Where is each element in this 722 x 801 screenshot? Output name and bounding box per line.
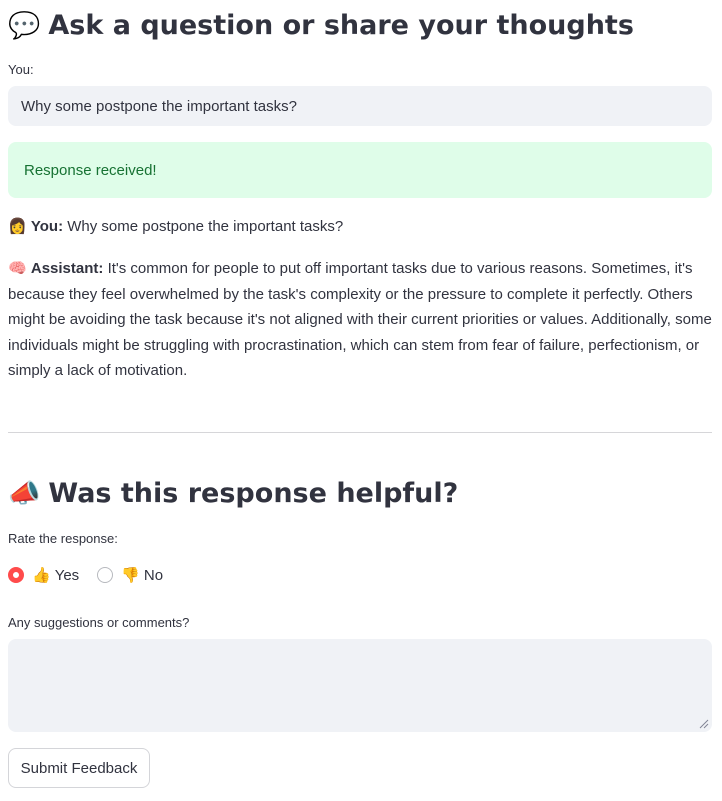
question-input-label: You: bbox=[8, 62, 34, 77]
rating-option-no[interactable]: 👎 No bbox=[97, 566, 163, 584]
comments-container[interactable] bbox=[8, 639, 712, 732]
user-label: You: bbox=[30, 218, 64, 235]
section-divider bbox=[8, 432, 712, 433]
question-input-container[interactable] bbox=[8, 86, 712, 126]
comments-textarea[interactable] bbox=[8, 639, 712, 732]
assistant-message-text: It's common for people to put off import… bbox=[8, 260, 712, 380]
woman-icon: 👩 bbox=[8, 218, 27, 235]
assistant-label: Assistant: bbox=[30, 260, 104, 277]
radio-button-no[interactable] bbox=[97, 567, 114, 583]
success-alert: Response received! bbox=[8, 142, 712, 198]
resize-handle-icon[interactable] bbox=[699, 719, 709, 729]
user-message: 👩 You: Why some postpone the important t… bbox=[8, 214, 712, 240]
thumbs-up-icon: 👍 bbox=[32, 567, 51, 584]
submit-feedback-button[interactable]: Submit Feedback bbox=[8, 748, 150, 788]
assistant-message: 🧠 Assistant: It's common for people to p… bbox=[8, 256, 712, 384]
comments-label: Any suggestions or comments? bbox=[8, 615, 190, 630]
feedback-section-title: 📣 Was this response helpful? bbox=[8, 476, 458, 512]
rating-option-no-label: No bbox=[143, 566, 164, 584]
rating-option-yes-label: Yes bbox=[54, 566, 80, 584]
ask-title-text: Ask a question or share your thoughts bbox=[48, 10, 634, 41]
user-message-text: Why some postpone the important tasks? bbox=[67, 218, 344, 235]
question-input[interactable] bbox=[8, 86, 712, 126]
rating-radio-group: 👍 Yes 👎 No bbox=[8, 563, 181, 587]
app-main: 💬 Ask a question or share your thoughts … bbox=[0, 0, 722, 801]
rating-option-yes[interactable]: 👍 Yes bbox=[8, 566, 79, 584]
megaphone-icon: 📣 bbox=[8, 479, 41, 509]
brain-icon: 🧠 bbox=[8, 260, 27, 277]
rating-label: Rate the response: bbox=[8, 531, 118, 546]
thumbs-down-icon: 👎 bbox=[121, 567, 140, 584]
feedback-title-text: Was this response helpful? bbox=[48, 478, 459, 509]
speech-bubble-icon: 💬 bbox=[8, 11, 41, 41]
radio-button-yes[interactable] bbox=[8, 567, 24, 583]
ask-section-title: 💬 Ask a question or share your thoughts bbox=[8, 8, 634, 44]
success-alert-text: Response received! bbox=[24, 161, 157, 179]
